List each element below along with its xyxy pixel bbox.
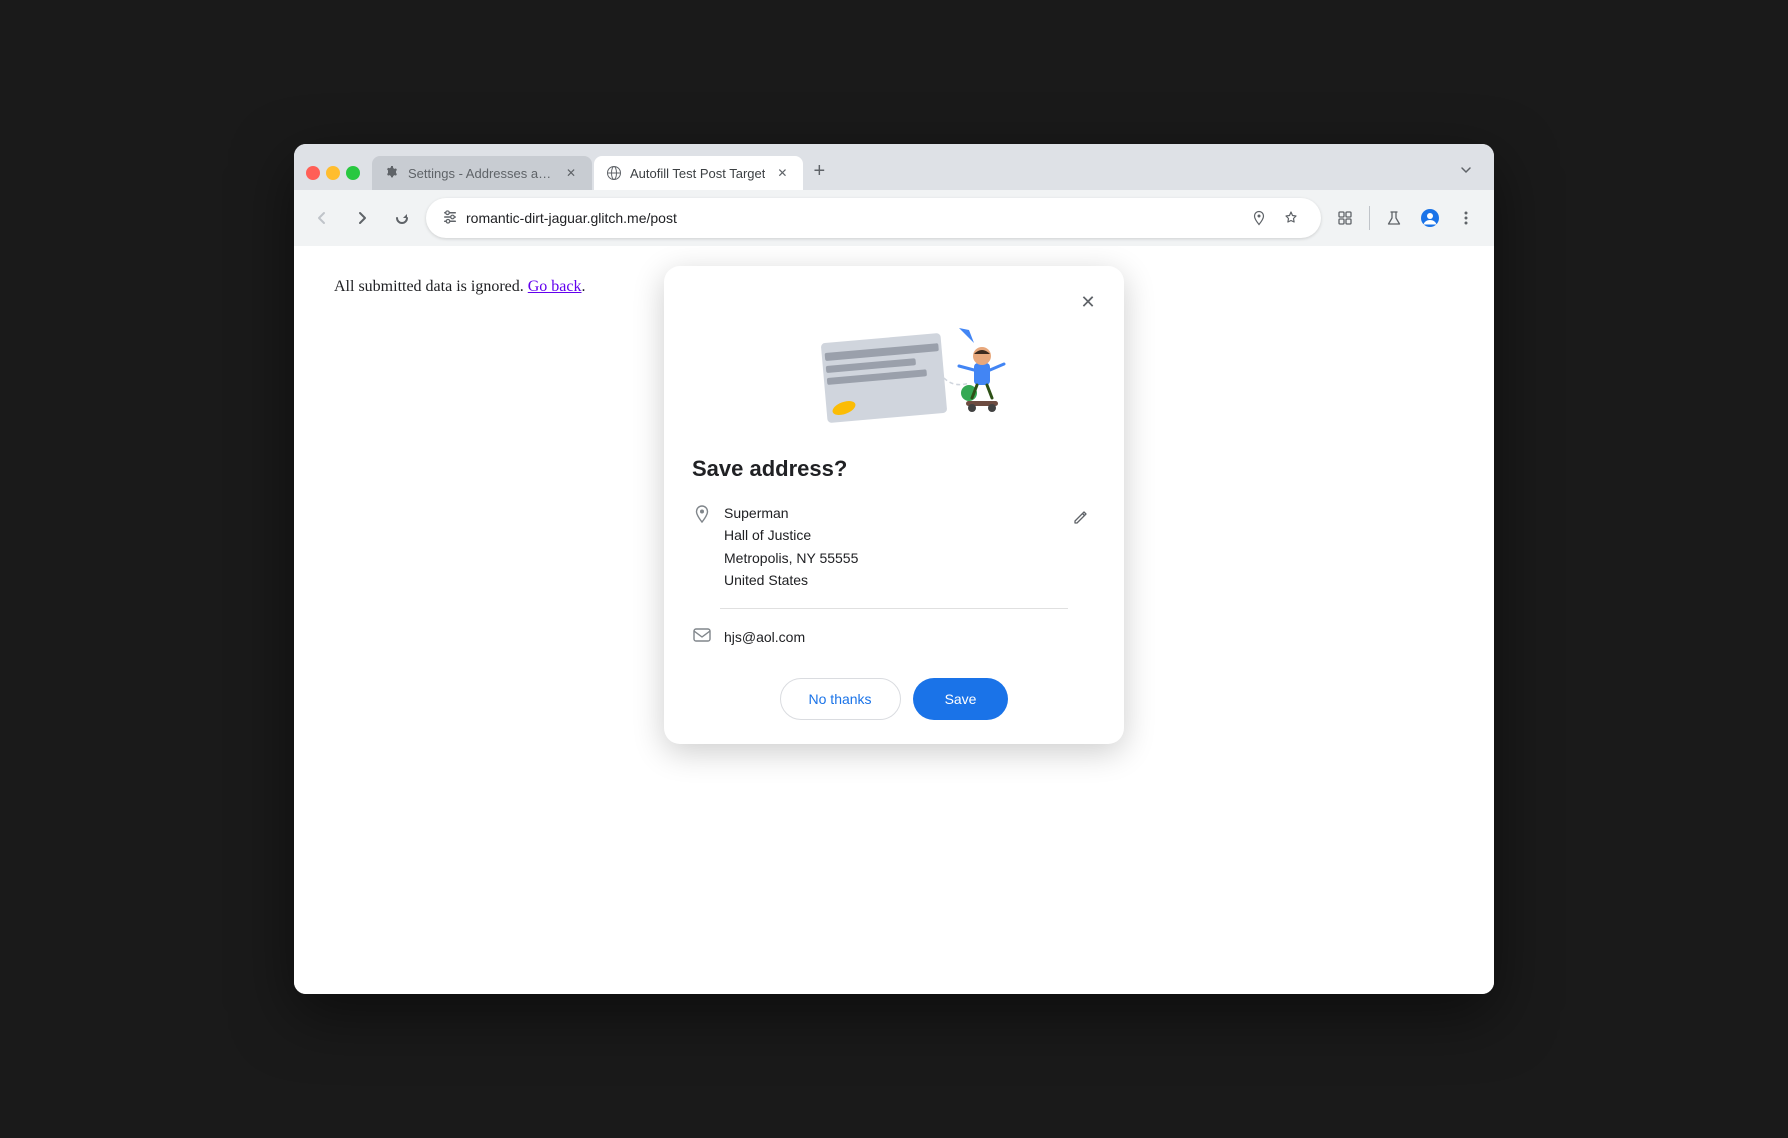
tabs-area: Settings - Addresses and mo ✕ Autofill T… (372, 156, 1446, 190)
email-entry: hjs@aol.com (664, 625, 1124, 650)
location-entry-icon (692, 504, 712, 529)
address-entry: Superman Hall of Justice Metropolis, NY … (692, 502, 1096, 592)
pin-icon (692, 504, 712, 524)
toolbar-divider (1369, 206, 1370, 230)
save-button[interactable]: Save (913, 678, 1009, 720)
reload-button[interactable] (386, 202, 418, 234)
close-traffic-light[interactable] (306, 166, 320, 180)
dialog-header: ✕ (664, 266, 1124, 318)
traffic-lights (306, 166, 360, 190)
labs-icon-btn[interactable] (1378, 202, 1410, 234)
chevron-down-icon (1458, 162, 1474, 178)
star-icon (1283, 210, 1299, 226)
back-button[interactable] (306, 202, 338, 234)
more-vert-icon (1457, 209, 1475, 227)
extensions-icon-btn[interactable] (1329, 202, 1361, 234)
edit-address-button[interactable] (1064, 502, 1096, 534)
dialog-overlay: ✕ (294, 246, 1494, 994)
dialog-close-button[interactable]: ✕ (1072, 286, 1104, 318)
title-bar: Settings - Addresses and mo ✕ Autofill T… (294, 144, 1494, 190)
mail-icon (692, 625, 712, 645)
toolbar: romantic-dirt-jaguar.glitch.me/post (294, 190, 1494, 246)
page-content: All submitted data is ignored. Go back. … (294, 246, 1494, 994)
autofill-tab-close[interactable]: ✕ (773, 164, 791, 182)
location-icon-btn[interactable] (1245, 204, 1273, 232)
settings-tab-close[interactable]: ✕ (562, 164, 580, 182)
address-line2: Metropolis, NY 55555 (724, 547, 1052, 569)
puzzle-icon (1336, 209, 1354, 227)
tab-dropdown-button[interactable] (1450, 154, 1482, 186)
maximize-traffic-light[interactable] (346, 166, 360, 180)
pencil-icon (1071, 509, 1089, 527)
account-circle-icon (1420, 208, 1440, 228)
forward-button[interactable] (346, 202, 378, 234)
address-bar-icons (1245, 204, 1305, 232)
account-icon-btn[interactable] (1414, 202, 1446, 234)
dialog-body: Save address? Superman Hall of Justice (664, 448, 1124, 609)
dialog-title: Save address? (692, 456, 1096, 482)
new-tab-button[interactable]: + (805, 157, 833, 185)
toolbar-right (1329, 202, 1482, 234)
autofill-tab-title: Autofill Test Post Target (630, 166, 765, 181)
save-address-dialog: ✕ (664, 266, 1124, 744)
email-text: hjs@aol.com (724, 629, 805, 645)
bookmark-star-icon-btn[interactable] (1277, 204, 1305, 232)
save-address-illustration (754, 298, 1034, 438)
email-icon (692, 625, 712, 650)
tab-settings[interactable]: Settings - Addresses and mo ✕ (372, 156, 592, 190)
tab-autofill[interactable]: Autofill Test Post Target ✕ (594, 156, 803, 190)
settings-tab-title: Settings - Addresses and mo (408, 166, 554, 181)
address-line1: Hall of Justice (724, 524, 1052, 546)
minimize-traffic-light[interactable] (326, 166, 340, 180)
address-content: Superman Hall of Justice Metropolis, NY … (724, 502, 1052, 592)
browser-window: Settings - Addresses and mo ✕ Autofill T… (294, 144, 1494, 994)
location-pin-icon (1251, 210, 1267, 226)
globe-icon (606, 165, 622, 181)
dialog-illustration (664, 298, 1124, 448)
reload-icon (393, 209, 411, 227)
dialog-divider (720, 608, 1068, 609)
no-thanks-button[interactable]: No thanks (780, 678, 901, 720)
url-text: romantic-dirt-jaguar.glitch.me/post (466, 210, 1237, 226)
tune-icon (442, 209, 458, 225)
security-icon (442, 209, 458, 228)
gear-icon (384, 165, 400, 181)
dialog-actions: No thanks Save (664, 678, 1124, 720)
address-bar[interactable]: romantic-dirt-jaguar.glitch.me/post (426, 198, 1321, 238)
back-arrow-icon (313, 209, 331, 227)
flask-icon (1385, 209, 1403, 227)
address-name: Superman (724, 502, 1052, 524)
forward-arrow-icon (353, 209, 371, 227)
address-country: United States (724, 569, 1052, 591)
more-options-btn[interactable] (1450, 202, 1482, 234)
